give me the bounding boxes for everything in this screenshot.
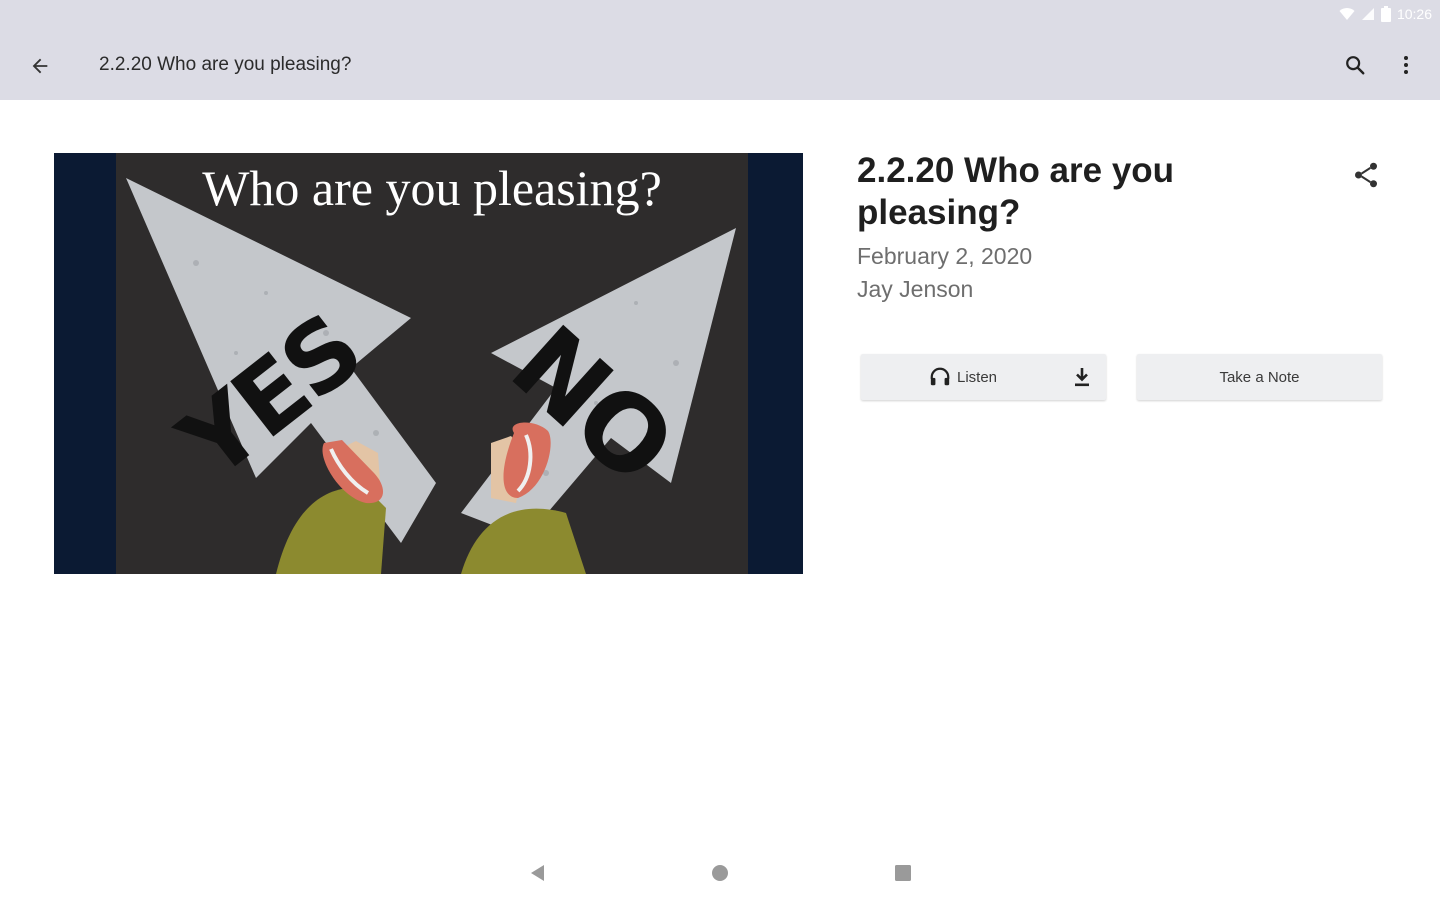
app-bar-title: 2.2.20 Who are you pleasing? — [99, 54, 352, 75]
listen-label: Listen — [957, 368, 998, 386]
signal-icon — [1361, 8, 1374, 20]
download-button[interactable] — [1068, 363, 1096, 391]
share-button[interactable] — [1346, 155, 1386, 195]
nav-recents-button[interactable] — [890, 860, 916, 886]
headphones-icon — [930, 367, 950, 386]
status-time: 10:26 — [1396, 6, 1432, 22]
nav-back-button[interactable] — [524, 860, 550, 886]
wifi-icon — [1339, 8, 1355, 20]
listen-content: Listen — [929, 366, 997, 388]
nav-home-button[interactable] — [707, 860, 733, 886]
download-icon — [1075, 368, 1089, 387]
status-bar: 10:26 — [0, 0, 1440, 28]
take-a-note-button[interactable]: Take a Note — [1137, 354, 1382, 400]
artwork-photo: Who are you pleasing? YES NO — [116, 153, 748, 574]
app-bar: 2.2.20 Who are you pleasing? — [0, 28, 1440, 100]
nav-recents-icon — [895, 865, 911, 881]
nav-back-icon — [531, 865, 544, 881]
more-vert-icon — [1404, 56, 1408, 74]
more-options-button[interactable] — [1392, 48, 1420, 82]
search-icon — [1346, 56, 1365, 75]
battery-icon — [1380, 6, 1391, 22]
artwork-caption: Who are you pleasing? — [202, 160, 662, 216]
nav-home-icon — [712, 865, 728, 881]
back-arrow-icon — [32, 58, 48, 74]
sermon-speaker: Jay Jenson — [857, 276, 974, 302]
search-button[interactable] — [1338, 48, 1372, 82]
sermon-title: 2.2.20 Who are you pleasing? — [857, 151, 1175, 232]
share-icon — [1355, 162, 1377, 188]
sermon-date: February 2, 2020 — [857, 243, 1033, 269]
back-button[interactable] — [24, 50, 56, 82]
sermon-artwork: Who are you pleasing? YES NO — [54, 153, 803, 574]
